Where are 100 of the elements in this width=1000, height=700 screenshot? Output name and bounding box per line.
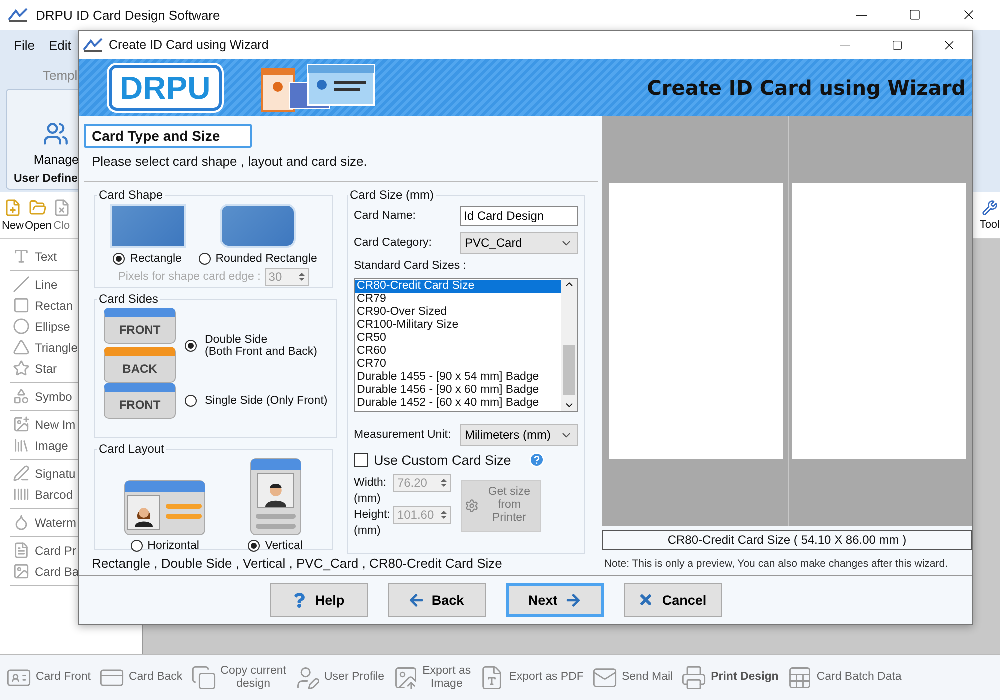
- bottom-toolbar-button[interactable]: User Profile: [292, 664, 387, 690]
- field-label: Card Name:: [354, 210, 416, 222]
- tool-item[interactable]: Text: [10, 246, 58, 267]
- bottom-toolbar-button[interactable]: Export as PDF: [477, 664, 586, 690]
- copy-icon: [190, 664, 217, 690]
- field-label: Height:: [354, 509, 390, 521]
- list-item[interactable]: CR100-Military Size: [355, 319, 561, 332]
- tool-item[interactable]: Waterm: [10, 512, 77, 533]
- rounded-card-shape[interactable]: [220, 204, 296, 248]
- tool-button[interactable]: Tool: [980, 192, 1000, 238]
- list-item[interactable]: CR60: [355, 345, 561, 358]
- field-label: Width:: [354, 477, 388, 489]
- preview-caption: CR80-Credit Card Size ( 54.10 X 86.00 mm ): [602, 530, 972, 550]
- list-item[interactable]: CR70: [355, 358, 561, 371]
- field-label: Card Category:: [354, 237, 432, 249]
- radio-sublabel: (Both Front and Back): [205, 346, 318, 358]
- tool-item[interactable]: Signatu: [10, 463, 76, 484]
- group-title: Card Sides: [98, 292, 160, 306]
- droplet-icon: [13, 514, 30, 531]
- manage-button[interactable]: Manage: [34, 121, 79, 167]
- bottom-toolbar-button[interactable]: Card Batch Data: [784, 664, 904, 690]
- help-button[interactable]: Help: [270, 583, 368, 617]
- tool-item[interactable]: Image: [10, 435, 68, 456]
- toolbar-button[interactable]: Open: [25, 192, 52, 238]
- arrow-right-icon: [566, 592, 581, 608]
- measurement-unit-dropdown[interactable]: Milimeters (mm): [460, 424, 578, 446]
- group-title: Card Layout: [98, 442, 166, 456]
- folder-icon: [29, 198, 48, 216]
- bottom-toolbar-button[interactable]: Send Mail: [590, 664, 676, 690]
- document-icon: [13, 542, 30, 559]
- horizontal-card-drawing[interactable]: [124, 480, 206, 536]
- card-category-dropdown[interactable]: PVC_Card: [460, 232, 578, 254]
- cancel-button[interactable]: Cancel: [624, 583, 722, 617]
- list-item[interactable]: CR90-Over Sized: [355, 306, 561, 319]
- back-button[interactable]: Back: [388, 583, 486, 617]
- tool-item[interactable]: Symbo: [10, 386, 72, 407]
- bottom-toolbar-button[interactable]: Export as Image: [390, 664, 474, 690]
- bottom-toolbar-button[interactable]: Card Back: [96, 664, 185, 690]
- radio-label: Rectangle: [130, 253, 182, 265]
- bottom-toolbar-button[interactable]: Card Front: [4, 664, 93, 690]
- checkbox[interactable]: [354, 453, 368, 467]
- menu-item[interactable]: Edit: [48, 38, 72, 52]
- menu-item[interactable]: File: [14, 38, 35, 52]
- side-card[interactable]: BACK: [104, 347, 176, 383]
- radio-label: Single Side (Only Front): [205, 395, 328, 407]
- list-item[interactable]: Durable 1456 - [90 x 60 mm] Badge: [355, 384, 561, 397]
- scroll-thumb[interactable]: [563, 345, 575, 395]
- close-icon: [638, 592, 654, 608]
- gear-icon: [465, 498, 480, 512]
- app-logo-icon: [83, 38, 103, 52]
- side-card[interactable]: FRONT: [104, 308, 176, 344]
- dialog-title: Create ID Card using Wizard: [109, 38, 270, 52]
- radio-button[interactable]: [248, 540, 260, 552]
- vertical-card-drawing[interactable]: [250, 458, 302, 536]
- radio-button[interactable]: [185, 395, 197, 407]
- next-button[interactable]: Next: [506, 583, 604, 617]
- spinner-arrows-icon[interactable]: [440, 509, 448, 521]
- bottom-toolbar-button[interactable]: Print Design: [679, 664, 781, 690]
- card-shape[interactable]: [110, 204, 186, 248]
- list-item[interactable]: Durable 1452 - [60 x 40 mm] Badge: [355, 397, 561, 410]
- line-icon: [13, 276, 30, 293]
- tool-item[interactable]: Barcod: [10, 484, 74, 505]
- pen-icon: [13, 465, 30, 482]
- tool-item[interactable]: New Im: [10, 414, 76, 435]
- radio-button[interactable]: [113, 253, 126, 265]
- image-upload-icon: [392, 664, 419, 690]
- group-label: User Define: [13, 173, 78, 185]
- minimize-icon: [840, 44, 850, 46]
- list-item[interactable]: CR80-Credit Card Size: [355, 280, 561, 293]
- scrollbar[interactable]: [561, 279, 577, 411]
- radio-button[interactable]: [185, 340, 197, 352]
- tool-item[interactable]: Card Pr: [10, 540, 76, 561]
- tool-item[interactable]: Star: [10, 358, 58, 379]
- list-item[interactable]: CR79: [355, 293, 561, 306]
- tool-item[interactable]: Ellipse: [10, 316, 70, 337]
- spinner-arrows-icon[interactable]: [440, 477, 448, 489]
- unit-label: (mm): [354, 525, 382, 537]
- group-title: Card Size (mm): [349, 188, 436, 202]
- tool-item[interactable]: Card Ba: [10, 561, 80, 582]
- arrow-left-icon: [408, 592, 424, 608]
- selection-summary: Rectangle , Double Side , Vertical , PVC_Card , CR80-Credit Card Size: [92, 556, 504, 571]
- shapes-icon: [13, 388, 30, 405]
- tool-item[interactable]: Triangle: [10, 337, 78, 358]
- wrench-icon: [982, 200, 998, 216]
- user-edit-icon: [294, 664, 320, 690]
- tool-item[interactable]: Rectan: [10, 295, 74, 316]
- spinner-arrows-icon[interactable]: [298, 271, 306, 283]
- help-icon[interactable]: [529, 452, 546, 468]
- side-card[interactable]: FRONT: [104, 383, 176, 419]
- radio-button[interactable]: [198, 253, 211, 265]
- radio-button[interactable]: [130, 540, 143, 552]
- field-label: Measurement Unit:: [354, 429, 452, 441]
- file-x-icon: [52, 198, 71, 216]
- tool-item[interactable]: Line: [10, 274, 58, 295]
- bottom-toolbar-button[interactable]: Copy current design: [188, 664, 288, 690]
- list-item[interactable]: CR50: [355, 332, 561, 345]
- list-item[interactable]: Durable 1455 - [90 x 54 mm] Badge: [355, 371, 561, 384]
- radio-label: Vertical: [265, 540, 303, 552]
- toolbar-button[interactable]: New: [2, 192, 24, 238]
- card-name-field[interactable]: Id Card Design: [460, 206, 578, 226]
